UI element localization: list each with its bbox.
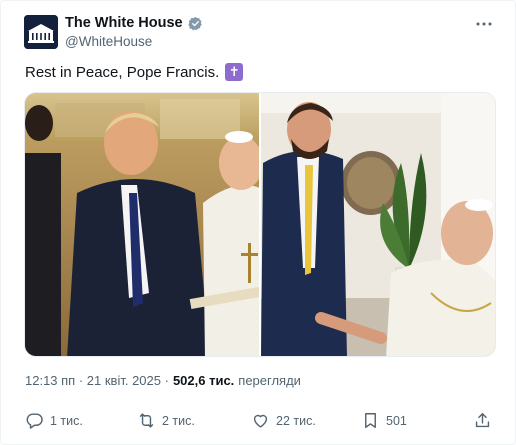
reply-icon [26,413,43,429]
latin-cross-emoji: ✝ [225,63,244,81]
photo-right[interactable] [259,93,495,356]
repost-icon [139,413,154,428]
post-meta: 12:13 пп · 21 квіт. 2025 · 502,6 тис. пе… [25,373,301,388]
white-house-logo-icon [24,15,58,49]
photo-left[interactable] [25,93,259,356]
repost-count: 2 тис. [162,413,195,428]
photo-right-image [261,93,495,356]
post-media[interactable] [24,92,496,357]
account-name-row[interactable]: The White House [65,15,203,31]
post-text: Rest in Peace, Pope Francis. ✝ [25,63,244,81]
more-dots-icon [476,22,492,26]
views-label: перегляди [238,373,301,388]
heart-icon [253,414,268,428]
reply-count: 1 тис. [50,413,83,428]
post-card: The White House @WhiteHouse Rest in Peac… [0,0,516,445]
more-options-button[interactable] [475,15,493,33]
like-button[interactable]: 22 тис. [251,411,316,430]
share-button[interactable] [473,411,492,430]
post-timestamp[interactable]: 12:13 пп · 21 квіт. 2025 · [25,373,169,388]
bookmark-count: 501 [386,413,407,428]
views-count: 502,6 тис. [172,373,235,388]
share-icon [475,413,490,428]
photo-left-image [25,93,259,356]
like-count: 22 тис. [276,413,316,428]
repost-button[interactable]: 2 тис. [137,411,195,430]
post-body: Rest in Peace, Pope Francis. [25,63,220,81]
account-avatar[interactable] [24,15,58,49]
account-display-name[interactable]: The White House [65,15,183,31]
action-bar: 1 тис. 2 тис. 22 тис. 501 [25,411,493,433]
reply-button[interactable]: 1 тис. [25,411,83,430]
account-handle[interactable]: @WhiteHouse [65,34,152,49]
verified-badge-icon [188,16,202,30]
bookmark-icon [365,413,376,428]
bookmark-button[interactable]: 501 [361,411,407,430]
